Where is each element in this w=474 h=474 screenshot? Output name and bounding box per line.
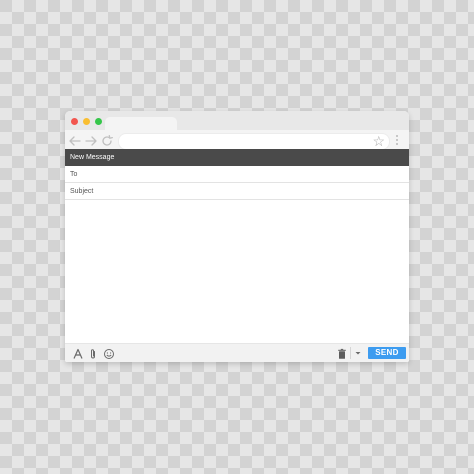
trash-icon[interactable]	[336, 347, 348, 359]
compose-actions-bar: SEND	[65, 343, 409, 362]
chevron-down-icon	[355, 352, 361, 355]
address-bar[interactable]: ☆	[118, 133, 390, 150]
reload-icon[interactable]	[100, 133, 114, 149]
star-icon[interactable]: ☆	[372, 133, 385, 149]
title-bar	[65, 111, 409, 130]
more-vertical-icon[interactable]	[395, 135, 399, 147]
to-field[interactable]: To	[65, 166, 409, 183]
forward-arrow-icon[interactable]	[84, 133, 98, 149]
compose-title: New Message	[65, 149, 409, 166]
close-window-button[interactable]	[71, 118, 78, 125]
minimize-window-button[interactable]	[83, 118, 90, 125]
subject-field[interactable]: Subject	[65, 183, 409, 200]
emoji-icon[interactable]	[103, 347, 115, 359]
browser-window: ☆ New Message To Subject SEND	[65, 111, 409, 362]
more-options-dropdown[interactable]	[350, 347, 365, 359]
browser-tab[interactable]	[105, 117, 177, 130]
send-button[interactable]: SEND	[368, 347, 406, 359]
message-body[interactable]	[65, 200, 409, 343]
text-format-icon[interactable]	[72, 347, 84, 359]
attach-icon[interactable]	[87, 347, 99, 359]
back-arrow-icon[interactable]	[68, 133, 82, 149]
zoom-window-button[interactable]	[95, 118, 102, 125]
